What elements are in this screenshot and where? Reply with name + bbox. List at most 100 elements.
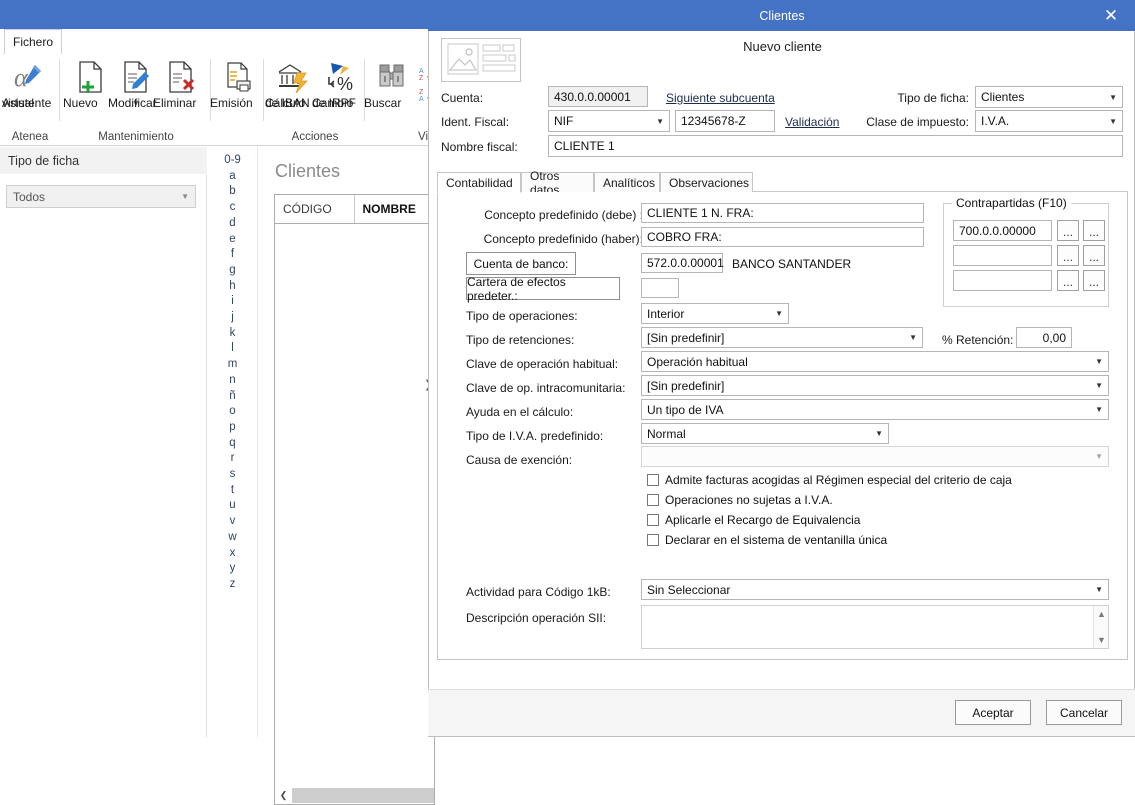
ribbon-button-eliminar[interactable]: Eliminar [153,57,209,110]
alphabet-index[interactable]: 0-9 a b c d e f g h i j k l m n ñ o p q r s t u v w x y z [208,147,258,737]
actividad-codigo-1kb-select[interactable]: Sin Seleccionar ▼ [641,579,1109,600]
clave-intracomunitaria-select[interactable]: [Sin predefinir] ▼ [641,375,1109,396]
tipo-operaciones-select[interactable]: Interior ▼ [641,303,789,324]
contrapartida-input-1[interactable]: 700.0.0.00000 [953,220,1052,241]
tab-contabilidad[interactable]: Contabilidad [437,172,521,193]
alphabet-item-z[interactable]: z [208,577,257,593]
contrapartida-browse-3a-label: ... [1062,275,1073,289]
column-header-nombre[interactable]: NOMBRE [355,195,434,223]
contrapartidas-fieldset: Contrapartidas (F10) 700.0.0.00000 ... .… [943,196,1109,307]
ident-fiscal-input[interactable]: 12345678-Z [675,110,775,132]
textarea-scrollbar[interactable]: ▲ ▼ [1093,606,1108,648]
scroll-down-icon[interactable]: ▼ [1094,633,1109,647]
ribbon-group-atenea: α Asistente virtual Atenea [0,54,60,146]
alphabet-item-l[interactable]: l [208,341,257,357]
concepto-debe-input[interactable]: CLIENTE 1 N. FRA: [641,203,924,223]
alphabet-item-y[interactable]: y [208,561,257,577]
checkbox-regimen-criterio-caja[interactable]: Admite facturas acogidas al Régimen espe… [647,473,1012,487]
tipo-ficha-filter-select[interactable]: Todos ▼ [6,185,196,208]
alphabet-item-u[interactable]: u [208,498,257,514]
tab-fichero[interactable]: Fichero [4,29,62,54]
alphabet-item-0-9[interactable]: 0-9 [208,153,257,169]
column-header-codigo[interactable]: CÓDIGO [275,195,355,223]
ribbon-button-cambio-irpf[interactable]: % Cambio de IRPF [312,57,368,110]
contrapartida-browse-2b-button[interactable]: ... [1083,245,1105,266]
aceptar-button[interactable]: Aceptar [955,700,1031,725]
ribbon-button-buscar[interactable]: Buscar [364,57,420,110]
ribbon-button-asistente-virtual[interactable]: α Asistente virtual [2,57,58,110]
ribbon-button-buscar-label: Buscar [364,96,402,110]
alphabet-item-n[interactable]: n [208,373,257,389]
alphabet-item-w[interactable]: w [208,530,257,546]
contrapartida-browse-3b-button[interactable]: ... [1083,270,1105,291]
alphabet-item-g[interactable]: g [208,263,257,279]
clase-de-impuesto-select[interactable]: I.V.A. ▼ [975,110,1123,132]
table-horizontal-scrollbar[interactable]: ❮ [275,787,434,804]
contrapartida-input-3[interactable] [953,270,1052,291]
checkbox-recargo-equivalencia[interactable]: Aplicarle el Recargo de Equivalencia [647,513,860,527]
alphabet-item-v[interactable]: v [208,514,257,530]
alphabet-item-b[interactable]: b [208,184,257,200]
ribbon-button-emision[interactable]: Emisión [210,57,266,110]
ident-fiscal-type-select[interactable]: NIF ▼ [548,110,670,132]
contrapartida-input-2[interactable] [953,245,1052,266]
checkbox-ventanilla-unica[interactable]: Declarar en el sistema de ventanilla úni… [647,533,887,547]
retencion-input[interactable]: 0,00 [1016,327,1072,348]
tipo-iva-predefinido-select[interactable]: Normal ▼ [641,423,889,444]
contrapartida-browse-3a-button[interactable]: ... [1057,270,1079,291]
left-filter-pane: Tipo de ficha Todos ▼ [0,147,207,737]
alphabet-item-ñ[interactable]: ñ [208,389,257,405]
alphabet-item-r[interactable]: r [208,451,257,467]
cuenta-de-banco-button[interactable]: Cuenta de banco: [466,252,576,275]
checkbox-operaciones-no-sujetas[interactable]: Operaciones no sujetas a I.V.A. [647,493,833,507]
ribbon-button-emision-label: Emisión [210,96,253,110]
contrapartida-browse-1a-button[interactable]: ... [1057,220,1079,241]
clave-operacion-habitual-select[interactable]: Operación habitual ▼ [641,351,1109,372]
cuenta-input[interactable]: 430.0.0.00001 [548,86,648,107]
causa-exencion-select[interactable]: ▼ [641,446,1109,467]
scroll-left-icon[interactable]: ❮ [275,787,292,804]
cancelar-button[interactable]: Cancelar [1046,700,1122,725]
ayuda-calculo-select[interactable]: Un tipo de IVA ▼ [641,399,1109,420]
contrapartida-browse-1b-button[interactable]: ... [1083,220,1105,241]
tipo-de-ficha-select[interactable]: Clientes ▼ [975,86,1123,108]
alphabet-item-c[interactable]: c [208,200,257,216]
alphabet-item-t[interactable]: t [208,483,257,499]
alphabet-item-h[interactable]: h [208,279,257,295]
tab-observaciones[interactable]: Observaciones [660,172,753,193]
cartera-efectos-input[interactable] [641,278,679,298]
alphabet-item-e[interactable]: e [208,232,257,248]
alphabet-item-s[interactable]: s [208,467,257,483]
checkbox-icon [647,514,659,526]
cartera-efectos-button[interactable]: Cartera de efectos predeter.: [466,275,620,303]
alphabet-item-d[interactable]: d [208,216,257,232]
scrollbar-thumb[interactable] [292,788,434,803]
alphabet-item-f[interactable]: f [208,247,257,263]
alphabet-item-q[interactable]: q [208,436,257,452]
alphabet-item-p[interactable]: p [208,420,257,436]
alphabet-item-j[interactable]: j [208,310,257,326]
alphabet-item-m[interactable]: m [208,357,257,373]
close-icon[interactable]: ✕ [1094,0,1128,31]
nombre-fiscal-input[interactable]: CLIENTE 1 [548,135,1123,157]
tab-otros-datos[interactable]: Otros datos [521,169,594,197]
tipo-retenciones-value: [Sin predefinir] [647,330,725,345]
tipo-retenciones-select[interactable]: [Sin predefinir] ▼ [641,327,923,348]
concepto-haber-input[interactable]: COBRO FRA: [641,227,924,247]
label-nombre-fiscal: Nombre fiscal: [441,140,518,154]
scroll-up-icon[interactable]: ▲ [1094,607,1109,621]
alphabet-item-i[interactable]: i [208,294,257,310]
ident-fiscal-type-value: NIF [554,114,574,128]
alphabet-item-x[interactable]: x [208,546,257,562]
cuenta-de-banco-input[interactable]: 572.0.0.00001 [641,253,724,273]
tab-analiticos[interactable]: Analíticos [594,172,660,193]
alphabet-item-k[interactable]: k [208,326,257,342]
cuenta-de-banco-button-label: Cuenta de banco: [473,256,569,271]
siguiente-subcuenta-link[interactable]: Siguiente subcuenta [666,91,775,105]
alphabet-item-o[interactable]: o [208,404,257,420]
contrapartida-browse-2a-button[interactable]: ... [1057,245,1079,266]
nuevo-cliente-dialog: Clientes ✕ Nuevo cliente Cuenta: 430.0.0… [428,0,1135,737]
descripcion-operacion-sii-textarea[interactable]: ▲ ▼ [641,605,1109,649]
alphabet-item-a[interactable]: a [208,169,257,185]
ident-fiscal-input-value: 12345678-Z [681,114,746,128]
